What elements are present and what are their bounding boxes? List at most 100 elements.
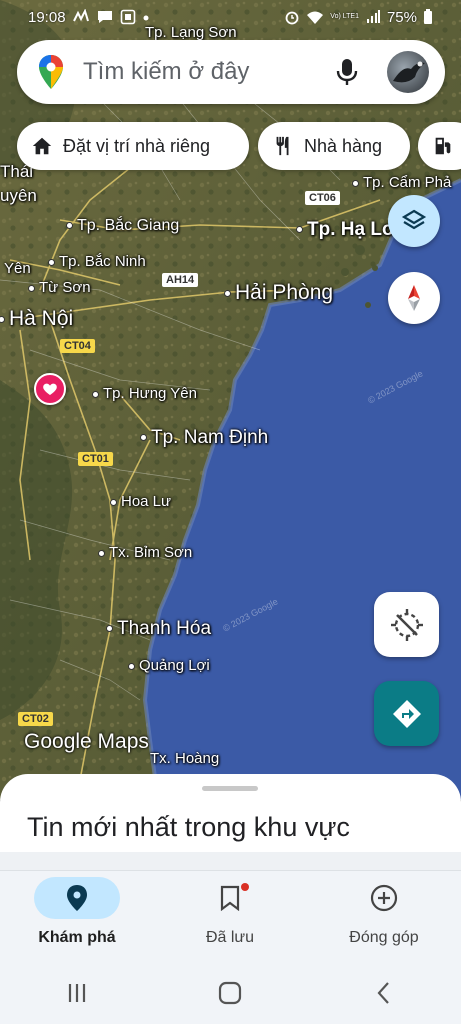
recents-icon[interactable] — [63, 979, 91, 1007]
my-location-button[interactable] — [374, 592, 439, 657]
tab-explore-pill — [34, 877, 120, 919]
directions-icon — [392, 699, 421, 728]
tab-contribute-pill — [341, 877, 427, 919]
directions-button[interactable] — [374, 681, 439, 746]
place-label[interactable]: Tp. Hạ Lo — [296, 219, 394, 241]
place-label[interactable]: Thanh Hóa — [106, 618, 211, 640]
place-name: Thanh Hóa — [117, 618, 212, 639]
place-name: Quảng Lợi — [139, 657, 210, 674]
place-label[interactable]: Hải Phòng — [224, 281, 333, 305]
map-terrain — [0, 0, 461, 800]
tab-label: Đóng góp — [349, 929, 419, 946]
tab-label: Đã lưu — [205, 929, 255, 946]
place-label[interactable]: Tp. Bắc Giang — [66, 217, 179, 235]
gas-station-icon — [435, 137, 451, 155]
tab-saved-pill — [187, 877, 273, 919]
place-label[interactable]: uyên — [0, 186, 37, 206]
mic-icon[interactable] — [333, 57, 361, 87]
place-label[interactable]: Hoa Lư — [110, 493, 171, 510]
place-dot — [128, 662, 135, 670]
google-maps-logo: Google Maps — [24, 730, 149, 753]
explore-pin-icon — [67, 885, 87, 911]
place-name: Tp. Bắc Ninh — [59, 253, 146, 270]
place-label[interactable]: Tp. Hưng Yên — [92, 385, 197, 402]
place-name: Tp. Cẩm Phả — [363, 174, 452, 191]
place-dot — [224, 289, 231, 297]
home-icon — [32, 137, 52, 155]
place-name: Tp. Hưng Yên — [103, 385, 197, 402]
place-dot — [296, 226, 303, 234]
chip-restaurants[interactable]: Nhà hàng — [258, 122, 410, 170]
profile-avatar[interactable] — [387, 51, 429, 93]
place-label[interactable]: Yên — [4, 260, 31, 277]
layers-icon — [401, 209, 427, 230]
restaurant-icon — [276, 136, 289, 156]
screenshot-icon — [120, 9, 135, 25]
place-label[interactable]: Từ Sơn — [28, 279, 91, 296]
place-name: Tp. Hạ Lo — [307, 219, 394, 240]
place-name: Tp. Bắc Giang — [77, 217, 180, 234]
place-label[interactable]: Tx. Bỉm Sơn — [98, 544, 192, 561]
road-shield: CT06 — [305, 191, 340, 205]
layers-button[interactable] — [388, 195, 440, 247]
place-label[interactable]: Hà Nội — [0, 307, 73, 331]
drag-handle[interactable] — [202, 786, 258, 791]
chip-label: Đặt vị trí nhà riêng — [63, 135, 211, 156]
battery-percent: 75% — [386, 8, 417, 26]
place-dot — [106, 625, 113, 633]
place-dot — [0, 315, 5, 323]
back-icon[interactable] — [370, 979, 398, 1007]
tab-contribute[interactable]: Đóng góp — [319, 877, 449, 961]
bottom-sheet[interactable]: Tin mới nhất trong khu vực — [0, 774, 461, 870]
battery-icon — [424, 9, 432, 24]
sheet-title: Tin mới nhất trong khu vực — [27, 812, 350, 842]
chat-icon — [97, 11, 112, 23]
search-bar[interactable]: Tìm kiếm ở đây — [17, 40, 445, 104]
tab-label: Khám phá — [38, 929, 116, 946]
road-shield: CT04 — [60, 339, 95, 353]
avatar-image — [393, 61, 425, 83]
place-name: Hải Phòng — [235, 281, 334, 304]
bookmark-icon — [220, 885, 240, 911]
place-label[interactable]: Quảng Lợi — [128, 657, 210, 674]
place-dot — [98, 549, 105, 557]
place-dot — [48, 258, 55, 266]
place-label[interactable]: Tx. Hoàng — [150, 750, 219, 767]
chip-set-home[interactable]: Đặt vị trí nhà riêng — [17, 122, 249, 170]
status-time: 19:08 — [28, 8, 66, 26]
tab-saved[interactable]: Đã lưu — [165, 877, 295, 961]
maps-pin-icon — [39, 55, 63, 89]
place-label[interactable]: Tp. Cẩm Phả — [352, 174, 451, 191]
place-label[interactable]: Tp. Bắc Ninh — [48, 253, 146, 270]
place-name: Hoa Lư — [121, 493, 172, 510]
favorite-heart-icon[interactable] — [34, 373, 66, 405]
tab-explore[interactable]: Khám phá — [12, 877, 142, 961]
wifi-icon — [307, 11, 324, 24]
place-dot — [140, 434, 147, 442]
bottom-navigation: Khám phá Đã lưu Đóng góp — [0, 870, 461, 962]
sheet-divider — [0, 852, 461, 870]
compass-button[interactable] — [388, 272, 440, 324]
road-shield: CT02 — [18, 712, 53, 726]
search-input[interactable]: Tìm kiếm ở đây — [83, 58, 333, 86]
alarm-icon — [285, 11, 299, 25]
notification-dot — [241, 883, 249, 891]
place-dot — [28, 284, 35, 292]
notification-icon — [72, 9, 89, 22]
road-shield: AH14 — [162, 273, 199, 287]
status-left: 19:08 — [28, 9, 150, 26]
home-icon[interactable] — [216, 979, 244, 1007]
place-name: Hà Nội — [9, 307, 74, 330]
chip-gas[interactable] — [418, 122, 461, 170]
dot-icon — [143, 15, 149, 21]
place-dot — [66, 222, 73, 230]
satellite-map[interactable]: Tp. Lạng Sơn Thái uyên Tp. Cẩm Phả Tp. B… — [0, 0, 461, 800]
compass-icon — [408, 285, 420, 311]
place-name: Tp. Nam Định — [151, 427, 269, 448]
status-right: Vo) LTE1 75% — [284, 9, 433, 26]
place-label[interactable]: Tp. Nam Định — [140, 427, 268, 449]
system-navigation-bar — [0, 962, 461, 1024]
place-dot — [352, 179, 359, 187]
place-dot — [110, 498, 117, 506]
status-bar: 19:08 Vo) LTE1 75% — [0, 0, 461, 34]
